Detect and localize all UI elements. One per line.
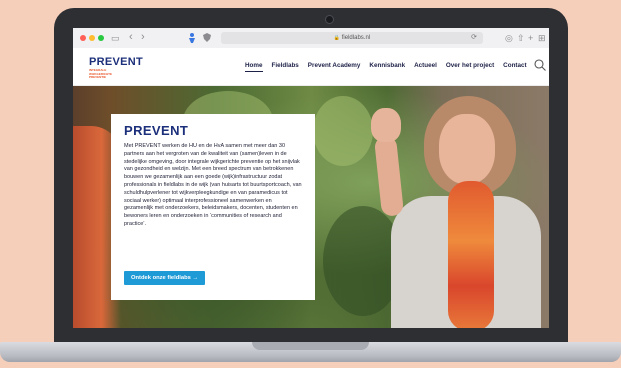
nav-contact[interactable]: Contact (503, 62, 526, 72)
share-icon[interactable]: ⇧ (517, 32, 525, 44)
shield-icon[interactable] (203, 33, 211, 42)
nav-actueel[interactable]: Actueel (414, 62, 437, 72)
browser-toolbar: ▭ ‹ › 🔒 fieldlabs.nl ⟳ ◎ ⇧ + ⊞ (73, 28, 549, 49)
hero-title: PREVENT (124, 123, 189, 138)
nav-home[interactable]: Home (245, 62, 263, 72)
close-window-button[interactable] (80, 35, 86, 41)
hero-description: Met PREVENT werken de HU en de HvA samen… (124, 143, 302, 227)
orange-scarf (448, 181, 494, 328)
nav-kennisbank[interactable]: Kennisbank (369, 62, 405, 72)
nav-over-het-project[interactable]: Over het project (446, 62, 494, 72)
main-nav: Home Fieldlabs Prevent Academy Kennisban… (245, 62, 536, 72)
reload-icon[interactable]: ⟳ (471, 32, 477, 44)
intro-card: PREVENT Met PREVENT werken de HU en de H… (111, 114, 315, 300)
discover-fieldlabs-button[interactable]: Ontdek onze fieldlabs → (124, 271, 206, 285)
waving-hand (371, 108, 401, 142)
foliage (313, 96, 373, 166)
forward-button[interactable]: › (141, 31, 145, 43)
lock-icon: 🔒 (333, 35, 341, 41)
url-text: fieldlabs.nl (341, 35, 371, 41)
new-tab-icon[interactable]: + (528, 32, 533, 44)
nav-fieldlabs[interactable]: Fieldlabs (272, 62, 299, 72)
logo-tagline: INTEGRALE WIJKGERICHTE PREVENTIE (89, 68, 113, 80)
nav-prevent-academy[interactable]: Prevent Academy (308, 62, 361, 72)
address-bar[interactable]: 🔒 fieldlabs.nl ⟳ (221, 32, 483, 44)
extension-icon[interactable] (187, 32, 197, 44)
search-icon[interactable] (533, 58, 547, 72)
woman-face (439, 114, 495, 184)
back-button[interactable]: ‹ (129, 31, 133, 43)
minimize-window-button[interactable] (89, 35, 95, 41)
download-icon[interactable]: ◎ (505, 32, 513, 44)
tab-overview-icon[interactable]: ⊞ (538, 32, 546, 44)
sidebar-icon[interactable]: ▭ (111, 32, 120, 44)
camera-icon (325, 15, 334, 24)
maximize-window-button[interactable] (98, 35, 104, 41)
site-header: PREVENT INTEGRALE WIJKGERICHTE PREVENTIE… (73, 48, 549, 86)
hero-section: PREVENT Met PREVENT werken de HU en de H… (73, 86, 549, 328)
laptop-notch (252, 342, 369, 350)
woman-arm (373, 135, 405, 217)
logo[interactable]: PREVENT (89, 56, 143, 68)
laptop-screen: ▭ ‹ › 🔒 fieldlabs.nl ⟳ ◎ ⇧ + ⊞ PREVENT I… (73, 28, 549, 328)
